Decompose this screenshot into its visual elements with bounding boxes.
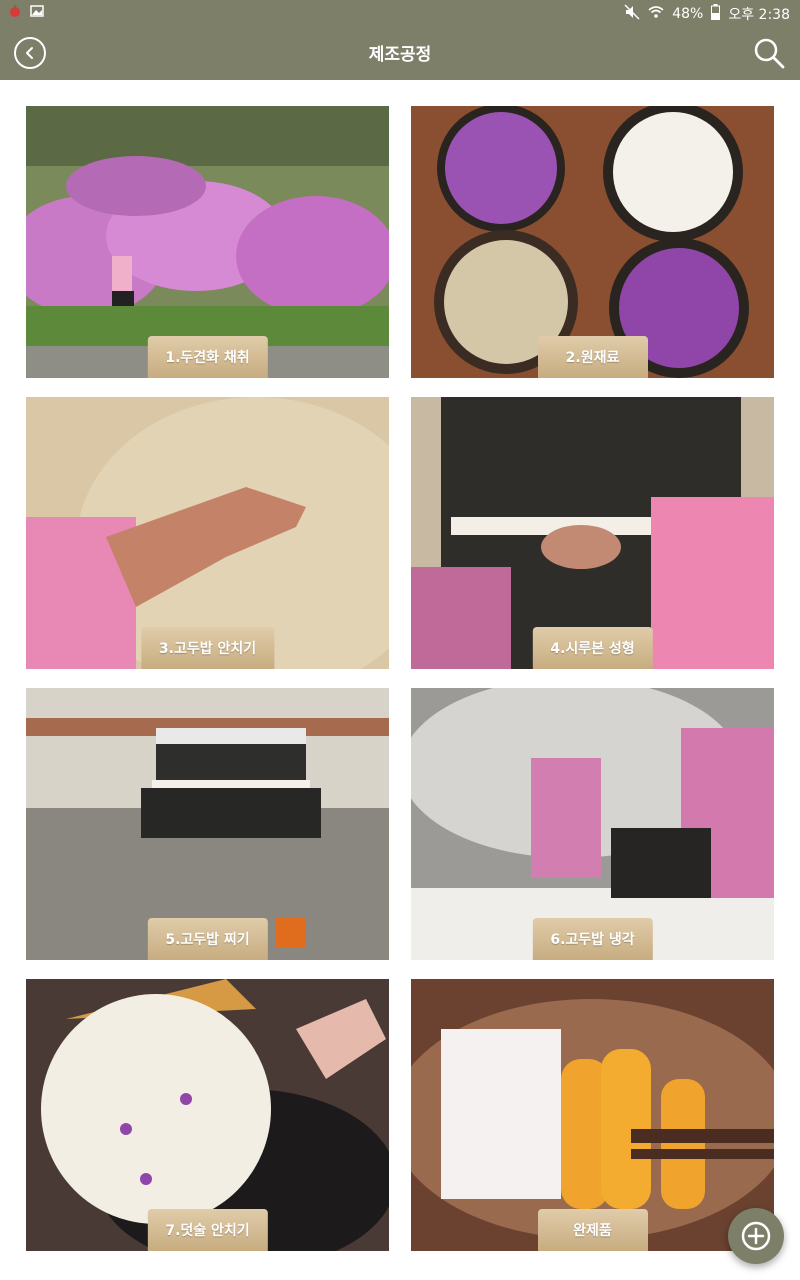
step-label: 2.원재료 (537, 336, 648, 378)
step-label: 7.덧술 안치기 (147, 1209, 268, 1251)
search-button[interactable] (752, 36, 786, 70)
clock: 오후 2:38 (728, 7, 790, 23)
step-card-6[interactable]: 6.고두밥 냉각 (411, 688, 774, 960)
app-bar: 제조공정 (0, 26, 800, 80)
page-title: 제조공정 (368, 45, 432, 65)
step-label: 5.고두밥 찌기 (147, 918, 268, 960)
step-label: 완제품 (537, 1209, 648, 1251)
step-card-3[interactable]: 3.고두밥 안치기 (26, 397, 389, 669)
step-label: 4.시루본 성형 (532, 627, 653, 669)
plus-circle-icon (741, 1221, 771, 1251)
step-card-5[interactable]: 5.고두밥 찌기 (26, 688, 389, 960)
add-button[interactable] (728, 1208, 784, 1264)
image-icon (30, 4, 44, 22)
mute-icon (624, 4, 640, 24)
step-card-8[interactable]: 완제품 (411, 979, 774, 1251)
step-card-7[interactable]: 7.덧술 안치기 (26, 979, 389, 1251)
battery-level: 48% (672, 6, 704, 22)
step-label: 1.두견화 채취 (147, 336, 268, 378)
status-bar: 48% 오후 2:38 (0, 0, 800, 26)
step-card-2[interactable]: 2.원재료 (411, 106, 774, 378)
step-label: 6.고두밥 냉각 (532, 918, 653, 960)
notification-icon (8, 4, 22, 22)
step-card-1[interactable]: 1.두견화 채취 (26, 106, 389, 378)
search-icon (754, 38, 785, 69)
wifi-icon (648, 4, 664, 24)
step-card-4[interactable]: 4.시루본 성형 (411, 397, 774, 669)
step-label: 3.고두밥 안치기 (140, 627, 275, 669)
battery-icon (711, 4, 721, 24)
